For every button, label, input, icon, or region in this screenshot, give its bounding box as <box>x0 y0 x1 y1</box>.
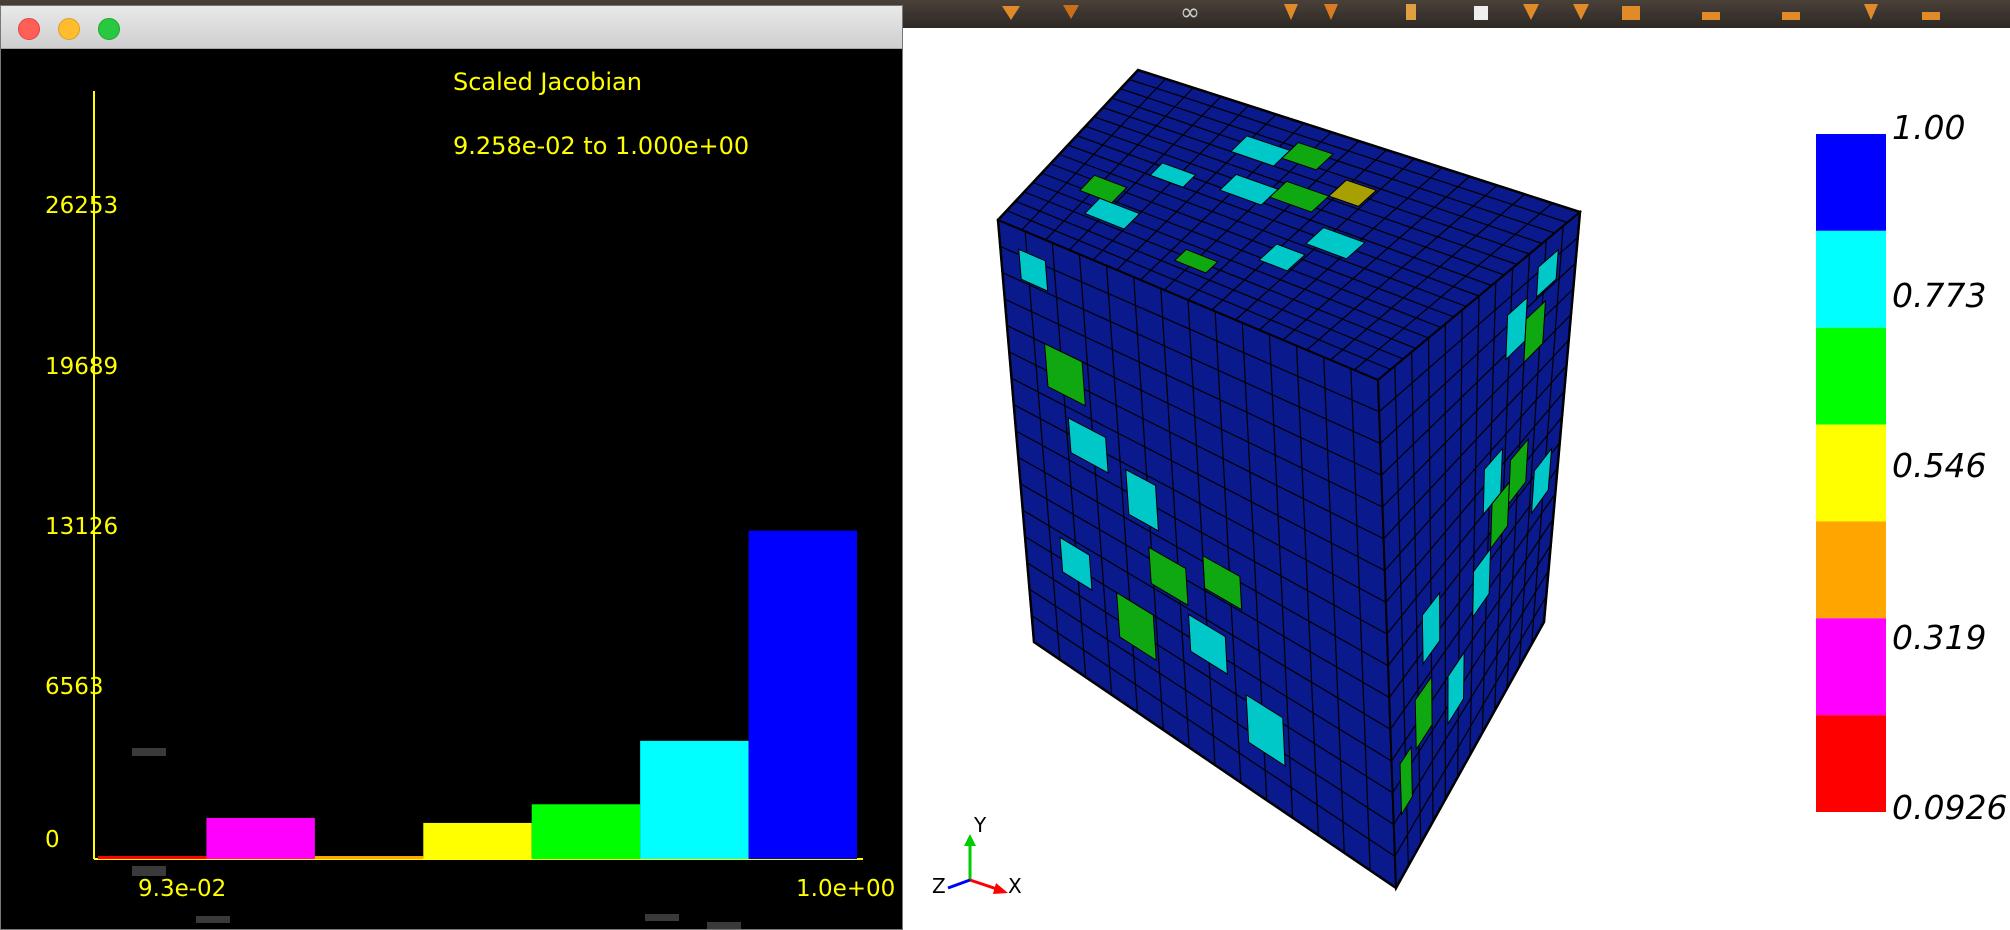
y-axis-label: Y <box>973 813 987 837</box>
toolbar-tool-icon[interactable] <box>1860 2 1882 22</box>
x-max-label: 1.0e+00 <box>796 876 895 902</box>
histogram-bar <box>531 804 641 859</box>
color-legend <box>1816 134 1886 812</box>
scroll-artifact <box>645 914 679 921</box>
legend-swatch <box>1816 618 1886 716</box>
toolbar-tool-icon[interactable] <box>1570 2 1592 22</box>
histogram-bar <box>314 856 424 859</box>
legend-label: 0.773 <box>1892 276 1987 315</box>
legend-swatch <box>1816 715 1886 812</box>
histogram-bar <box>748 530 857 859</box>
scroll-artifact <box>707 922 741 929</box>
y-tick-label: 0 <box>45 827 60 853</box>
scroll-artifact <box>196 916 230 923</box>
scroll-artifact <box>132 748 166 756</box>
toolbar-tool-icon[interactable] <box>1520 2 1542 22</box>
z-axis-arrow <box>947 878 971 890</box>
x-axis-label: X <box>1008 874 1022 898</box>
y-tick-label: 26253 <box>45 193 118 219</box>
histogram-bar <box>640 740 749 859</box>
legend-label-min: 0.0926 <box>1892 788 2008 827</box>
svg-text:∞: ∞ <box>1180 2 1200 22</box>
x-min-label: 9.3e-02 <box>138 876 226 902</box>
axes-triad: Y X Z <box>932 813 1022 898</box>
chart-range-label: 9.258e-02 to 1.000e+00 <box>453 132 749 160</box>
y-tick-label: 6563 <box>45 674 104 700</box>
toolbar-tool-icon[interactable] <box>1920 2 1942 22</box>
mesh-canvas[interactable]: Y X Z <box>904 28 2010 930</box>
legend-swatch <box>1816 521 1886 619</box>
toolbar-tool-icon[interactable] <box>1470 2 1492 22</box>
histogram-bars <box>98 530 857 859</box>
toolbar-tool-icon[interactable] <box>1620 2 1642 22</box>
infinity-icon[interactable]: ∞ <box>1180 0 1220 26</box>
legend-swatch <box>1816 134 1886 231</box>
y-tick-label: 19689 <box>45 354 118 380</box>
toolbar-tool-icon[interactable] <box>1700 2 1722 22</box>
y-tick-label: 13126 <box>45 514 118 540</box>
toolbar-tool-icon[interactable] <box>1320 2 1342 22</box>
chart-title: Scaled Jacobian <box>453 68 642 96</box>
histogram-bar <box>423 822 532 859</box>
legend-label-max: 1.00 <box>1892 108 1966 147</box>
histogram-bar <box>206 817 315 859</box>
toolbar-tool-icon[interactable] <box>1280 2 1302 22</box>
histogram-chart: Scaled Jacobian 9.258e-02 to 1.000e+00 2… <box>45 68 895 929</box>
toolbar-tool-icon[interactable] <box>1400 2 1422 22</box>
legend-swatch <box>1816 327 1886 425</box>
legend-label: 0.546 <box>1892 446 1987 485</box>
histogram-bar <box>98 856 207 859</box>
x-axis-arrowhead <box>993 883 1008 894</box>
3d-viewport[interactable]: Y X Z 1.00 0.773 0.546 0.319 0.0926 <box>904 28 2010 930</box>
legend-swatch <box>1816 230 1886 328</box>
z-axis-label: Z <box>932 874 946 898</box>
toolbar-tool-icon[interactable] <box>1000 2 1022 22</box>
toolbar-tool-icon[interactable] <box>1060 2 1082 22</box>
legend-swatch <box>1816 424 1886 522</box>
hex-mesh-cube <box>996 68 1583 892</box>
histogram-window[interactable]: Scaled Jacobian 9.258e-02 to 1.000e+00 2… <box>0 5 903 930</box>
toolbar-tool-icon[interactable] <box>1780 2 1802 22</box>
legend-label: 0.319 <box>1892 618 1987 657</box>
scroll-artifact <box>132 866 166 876</box>
